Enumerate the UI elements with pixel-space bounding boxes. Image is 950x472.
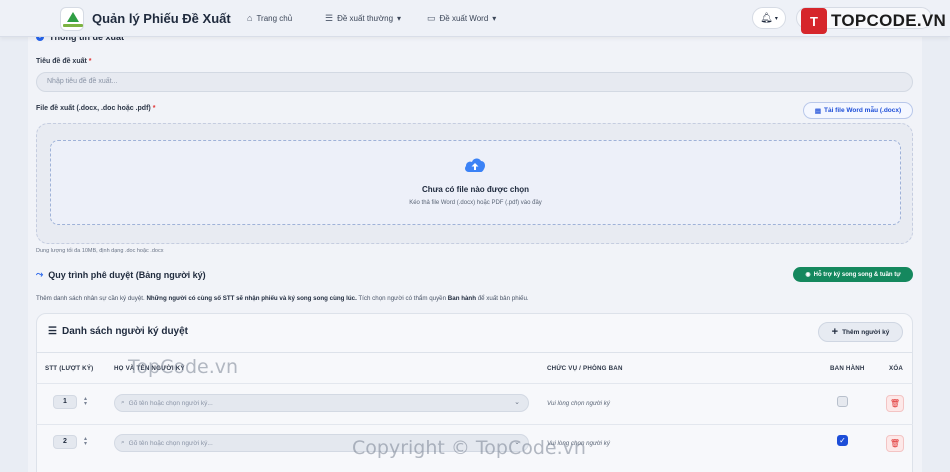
bell-icon: 🔔︎ xyxy=(760,12,773,24)
search-icon: ⌕ xyxy=(121,399,125,406)
table-row-divider xyxy=(36,424,913,425)
download-template-label: Tải file Word mẫu (.docx) xyxy=(823,107,902,114)
desc-part: Tích chọn người có thẩm quyền xyxy=(356,295,448,302)
desc-part: Thêm danh sách nhân sự cần ký duyệt. xyxy=(36,295,147,302)
search-icon: ⌕ xyxy=(121,439,125,446)
nav-word-label: Đề xuất Word xyxy=(439,14,489,23)
publish-checkbox[interactable] xyxy=(837,396,848,407)
order-input[interactable]: 2 xyxy=(53,435,77,449)
dropzone-subtitle: Kéo thả file Word (.docx) hoặc PDF (.pdf… xyxy=(409,200,542,206)
dropzone-title: Chưa có file nào được chọn xyxy=(421,185,530,194)
title-label-text: Tiêu đề đề xuất xyxy=(36,58,87,65)
chevron-down-icon: ▾ xyxy=(492,14,497,23)
watermark-badge-text: TOPCODE.VN xyxy=(831,11,947,30)
app-title[interactable]: Quản lý Phiếu Đề Xuất xyxy=(92,11,231,26)
table-row-divider xyxy=(36,383,913,384)
order-input[interactable]: 1 xyxy=(53,395,77,409)
signer-list-heading: ☰ Danh sách người ký duyệt xyxy=(48,326,188,337)
publish-checkbox[interactable]: ✓ xyxy=(837,435,848,446)
signer-picker-placeholder: Gõ tên hoặc chọn người ký... xyxy=(128,439,213,447)
add-signer-button[interactable]: + Thêm người ký xyxy=(818,322,903,342)
notifications-button[interactable]: 🔔︎ ▾ xyxy=(752,7,786,29)
trash-icon: 🗑︎ xyxy=(889,439,901,448)
order-stepper-icon[interactable]: ▴ ▾ xyxy=(84,436,87,447)
add-signer-label: Thêm người ký xyxy=(842,328,890,336)
column-header-role: CHỨC VỤ / PHÒNG BAN xyxy=(547,365,623,372)
nav-regular-proposals[interactable]: ☰ Đề xuất thường ▾ xyxy=(325,13,401,24)
upload-dropzone[interactable] xyxy=(50,140,901,225)
file-label: File đề xuất (.docx, .doc hoặc .pdf) * xyxy=(36,105,155,112)
support-badge-label: Hỗ trợ ký song song & tuần tự xyxy=(813,271,901,278)
chevron-down-icon: ⌄ xyxy=(514,439,520,446)
order-stepper-icon[interactable]: ▴ ▾ xyxy=(84,396,87,407)
title-input[interactable]: Nhập tiêu đề đề xuất... xyxy=(36,72,913,92)
nav-home[interactable]: ⌂ Trang chủ xyxy=(247,13,292,23)
home-icon: ⌂ xyxy=(247,13,253,23)
delete-row-button[interactable]: 🗑︎ xyxy=(886,435,904,452)
signer-picker-placeholder: Gõ tên hoặc chọn người ký... xyxy=(128,399,213,407)
approval-section-heading: ⤳ Quy trình phê duyệt (Bảng người ký) xyxy=(36,269,206,280)
desc-bold: Ban hành xyxy=(447,295,476,302)
signer-role: Vui lòng chọn người ký xyxy=(547,400,610,407)
column-header-order: STT (LƯỢT KÝ) xyxy=(45,365,94,372)
approval-description: Thêm danh sách nhân sự cần ký duyệt. Nhữ… xyxy=(36,295,529,302)
nav-home-label: Trang chủ xyxy=(256,13,293,23)
signer-list-title: Danh sách người ký duyệt xyxy=(61,326,189,337)
chevron-down-icon: ▾ xyxy=(397,14,402,23)
parallel-sequential-badge[interactable]: ◉ Hỗ trợ ký song song & tuần tự xyxy=(793,267,913,282)
desc-part: để xuất bản phiếu. xyxy=(475,295,529,302)
file-hint: Dung lượng tối đa 10MB, định dạng .doc h… xyxy=(36,248,164,254)
cloud-upload-icon xyxy=(465,158,485,172)
delete-row-button[interactable]: 🗑︎ xyxy=(886,395,904,412)
file-icon: ▭ xyxy=(427,13,436,23)
signer-picker[interactable]: ⌕ Gõ tên hoặc chọn người ký... ⌄ xyxy=(114,394,529,412)
nav-regular-label: Đề xuất thường xyxy=(337,14,394,23)
column-header-publish: BAN HÀNH xyxy=(830,365,865,372)
list-icon: ☰ xyxy=(325,13,334,23)
workflow-icon: ⤳ xyxy=(36,269,44,279)
required-mark: * xyxy=(88,58,92,65)
chevron-down-icon: ▾ xyxy=(774,15,778,22)
table-divider xyxy=(36,352,913,353)
column-header-name: HỌ VÀ TÊN NGƯỜI KÝ xyxy=(114,365,185,372)
nav-word-proposals[interactable]: ▭ Đề xuất Word ▾ xyxy=(427,13,496,24)
watermark-logo-icon: T xyxy=(801,8,827,34)
required-mark: * xyxy=(152,105,156,112)
column-header-delete: XÓA xyxy=(889,365,904,372)
trash-icon: 🗑︎ xyxy=(889,399,901,408)
ordered-list-icon: ☰ xyxy=(48,326,57,337)
layers-icon: ◉ xyxy=(805,272,811,278)
download-template-button[interactable]: ▤ Tải file Word mẫu (.docx) xyxy=(803,102,913,119)
word-file-icon: ▤ xyxy=(814,107,821,115)
approval-section-title: Quy trình phê duyệt (Bảng người ký) xyxy=(48,269,206,280)
signer-role: Vui lòng chọn người ký xyxy=(547,440,610,447)
chevron-down-icon: ⌄ xyxy=(514,399,520,406)
app-logo[interactable] xyxy=(60,7,84,31)
signer-picker[interactable]: ⌕ Gõ tên hoặc chọn người ký... ⌄ xyxy=(114,434,529,452)
watermark-badge: T TOPCODE.VN xyxy=(801,8,946,34)
file-label-text: File đề xuất (.docx, .doc hoặc .pdf) xyxy=(36,105,151,112)
title-label: Tiêu đề đề xuất * xyxy=(36,58,92,65)
desc-bold: Những người có cùng số STT sẽ nhận phiếu… xyxy=(146,295,357,302)
plus-icon: + xyxy=(831,326,839,338)
